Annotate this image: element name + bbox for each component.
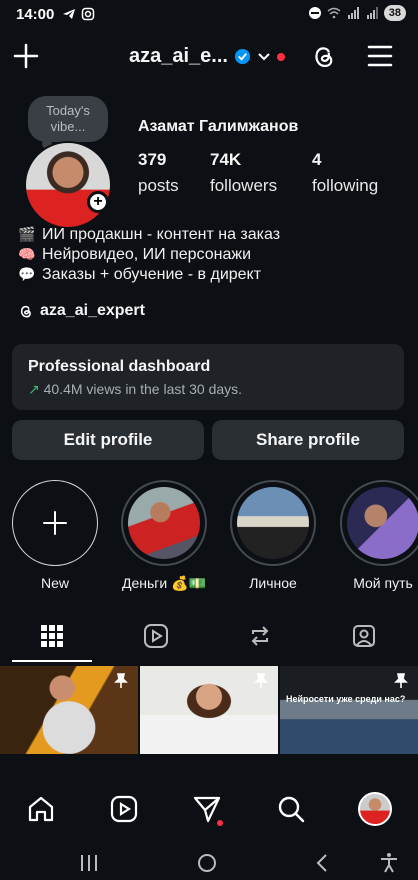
signal-icon [347,7,359,19]
profile-note[interactable]: Today's vibe... [28,96,108,149]
speech-bubble-emoji: 💬 [18,267,36,283]
trend-up-icon: ↗ [28,381,40,397]
reels-icon [144,624,168,648]
bio: 🎬 ИИ продакшн - контент на заказ 🧠 Нейро… [18,225,280,285]
post-thumbnail[interactable] [140,666,278,754]
threads-icon [20,305,31,318]
status-time: 14:00 [16,6,55,23]
tab-reels[interactable] [104,610,208,662]
system-nav [0,846,418,880]
telegram-icon [63,9,75,19]
threads-handle: aza_ai_expert [40,302,145,319]
bottom-nav [0,780,418,838]
search-icon[interactable] [276,794,306,824]
stat-following[interactable]: 4 following [312,150,378,196]
wifi-icon [327,7,341,19]
edit-profile-button[interactable]: Edit profile [12,420,204,460]
brain-emoji: 🧠 [18,247,36,263]
username-switcher[interactable]: aza_ai_e... [129,45,285,68]
notification-dot [276,52,285,61]
post-caption: Нейросети уже среди нас? [286,694,406,704]
dnd-icon [308,7,321,19]
add-story-icon[interactable]: + [87,191,109,213]
bio-line: 🧠 Нейровидео, ИИ персонажи [18,245,280,265]
profile-full-name: Азамат Галимжанов [138,118,299,135]
stat-followers[interactable]: 74K followers [210,150,277,196]
bio-line: 💬 Заказы + обучение - в директ [18,265,280,285]
tab-tagged[interactable] [312,610,416,662]
highlight-my-path[interactable]: Мой путь [340,480,418,591]
threads-icon[interactable] [310,42,338,70]
stat-posts[interactable]: 379 posts [138,150,179,196]
stat-posts-label: posts [138,176,179,195]
highlight-personal[interactable]: Личное [230,480,316,591]
dashboard-title: Professional dashboard [28,358,211,375]
reels-icon[interactable] [109,794,139,824]
stat-following-label: following [312,176,379,195]
stat-posts-value: 379 [138,150,167,169]
avatar[interactable] [24,141,112,229]
highlight-cover [347,487,418,559]
pin-icon [254,673,268,688]
bio-line: 🎬 ИИ продакшн - контент на заказ [18,225,280,245]
grid-icon [41,625,63,647]
professional-dashboard[interactable]: Professional dashboard ↗ 40.4M views in … [12,344,404,410]
recent-apps-icon[interactable] [78,852,100,874]
tab-grid[interactable] [0,610,104,662]
posts-grid: Нейросети уже среди нас? [0,666,418,754]
threads-profile-link[interactable]: aza_ai_expert [18,302,145,320]
reposts-icon [251,626,269,646]
bio-text: Заказы + обучение - в директ [42,266,262,283]
post-thumbnail[interactable]: Нейросети уже среди нас? [280,666,418,754]
dashboard-views: 40.4M views in the last 30 days. [43,381,243,397]
pin-icon [114,673,128,688]
tab-reposts[interactable] [208,610,312,662]
share-profile-button[interactable]: Share profile [212,420,404,460]
stat-followers-value: 74K [210,150,242,169]
highlight-money[interactable]: Деньги 💰💵 [121,480,207,592]
plus-icon [43,511,67,535]
home-icon[interactable] [26,794,56,824]
accessibility-icon[interactable] [378,852,400,874]
highlight-label: Деньги 💰💵 [122,575,206,591]
home-circle-icon[interactable] [196,852,218,874]
chevron-down-icon [258,52,270,60]
verified-icon [234,48,251,65]
plus-icon[interactable] [12,42,40,70]
highlight-ring [340,480,418,566]
highlight-label: Мой путь [353,575,413,591]
bio-text: Нейровидео, ИИ персонажи [42,246,252,263]
profile-icon[interactable] [358,792,392,826]
stat-following-value: 4 [312,150,322,169]
highlight-cover [128,487,200,559]
highlight-label: Личное [249,575,297,591]
dashboard-subtitle: ↗ 40.4M views in the last 30 days. [28,381,388,398]
highlight-ring [230,480,316,566]
notification-dot [217,820,223,826]
post-thumbnail[interactable] [0,666,138,754]
highlight-ring [12,480,98,566]
bio-text: ИИ продакшн - контент на заказ [42,226,281,243]
profile-tabs [0,610,418,662]
signal-icon [366,7,378,19]
highlight-cover [237,487,309,559]
instagram-icon [81,7,95,21]
clapper-emoji: 🎬 [18,227,36,243]
header-username: aza_ai_e... [129,45,228,67]
tagged-icon [353,625,375,647]
menu-icon[interactable] [366,44,394,68]
status-left-icons [62,7,95,21]
status-right-icons: 38 [308,5,406,21]
back-icon[interactable] [312,852,334,874]
highlight-new[interactable]: New [12,480,98,591]
highlight-label: New [40,575,69,591]
highlight-ring [121,480,207,566]
pin-icon [394,673,408,688]
battery-indicator: 38 [383,5,406,21]
status-bar: 14:00 38 [0,0,418,30]
stat-followers-label: followers [210,176,278,195]
